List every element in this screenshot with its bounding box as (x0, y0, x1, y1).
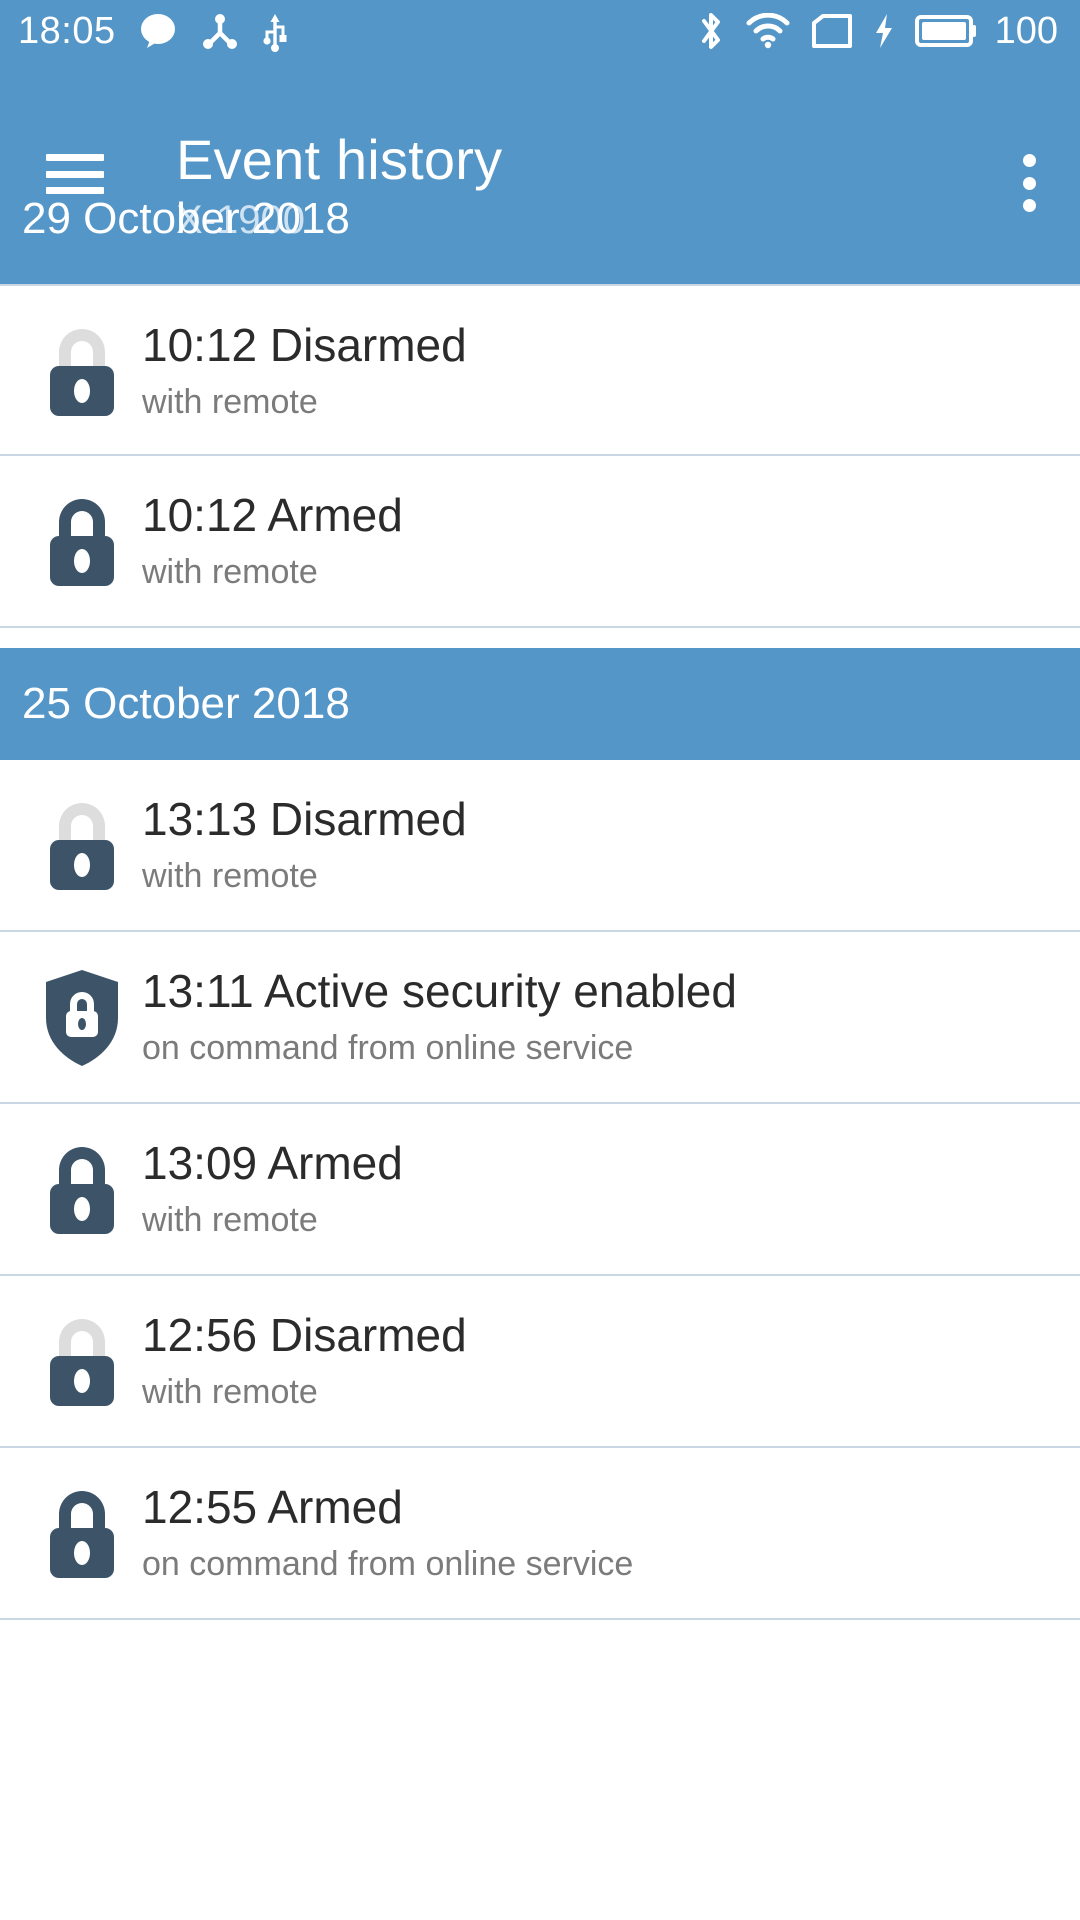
hamburger-line (46, 154, 104, 161)
event-icon (22, 1104, 142, 1276)
event-list[interactable]: 10:12 Disarmed with remote 10:12 Armed with… (0, 284, 1080, 1620)
event-text: 13:11 Active security enabled on command … (142, 932, 737, 1069)
overflow-dot (1022, 176, 1036, 190)
event-title: 12:55 Armed (142, 1481, 403, 1533)
group-gap (0, 628, 1080, 648)
overflow-dot (1022, 199, 1036, 212)
event-icon (22, 456, 142, 628)
message-bubble-icon (140, 14, 175, 48)
event-subtitle: on command from online service (142, 1545, 634, 1584)
event-title: 13:11 Active security enabled (142, 965, 737, 1017)
lock-closed-icon (50, 1491, 114, 1578)
app-bar: Event history X-1900 29 October 2018 (0, 62, 1080, 284)
lock-open-icon (50, 1319, 114, 1406)
event-row[interactable]: 12:55 Armed on command from online servic… (0, 1448, 1080, 1620)
event-title: 13:09 Armed (142, 1137, 403, 1189)
event-subtitle: with remote (142, 1201, 318, 1240)
status-clock: 18:05 (18, 10, 116, 52)
event-icon (22, 1276, 142, 1448)
battery-percent: 100 (994, 10, 1058, 52)
wifi-icon (746, 13, 790, 49)
event-title: 13:13 Disarmed (142, 793, 467, 845)
event-subtitle: with remote (142, 1373, 318, 1412)
event-row[interactable]: 10:12 Armed with remote (0, 456, 1080, 628)
event-icon (22, 1448, 142, 1620)
event-row[interactable]: 12:56 Disarmed with remote (0, 1276, 1080, 1448)
hamburger-line (46, 170, 104, 178)
event-icon (22, 286, 142, 458)
bluetooth-icon (701, 13, 720, 49)
shield-lock-icon (46, 970, 118, 1066)
lock-closed-icon (50, 499, 114, 586)
event-title: 12:56 Disarmed (142, 1309, 467, 1361)
hamburger-line (46, 187, 104, 194)
status-bar-right: 100 (697, 9, 1058, 53)
hamburger-menu-icon[interactable] (46, 154, 104, 194)
status-bar-left: 18:05 (18, 10, 288, 52)
date-header: 25 October 2018 (0, 648, 1080, 760)
overflow-dot (1022, 154, 1036, 167)
battery-icon (914, 15, 976, 47)
event-text: 10:12 Disarmed with remote (142, 286, 467, 423)
sim-card-icon (811, 14, 852, 48)
status-bar: 18:05 100 (0, 0, 1080, 62)
event-row[interactable]: 13:11 Active security enabled on command … (0, 932, 1080, 1104)
event-row[interactable]: 13:09 Armed with remote (0, 1104, 1080, 1276)
lock-open-icon (50, 329, 114, 416)
event-row[interactable]: 13:13 Disarmed with remote (0, 760, 1080, 932)
event-subtitle: with remote (142, 857, 318, 896)
lock-closed-icon (50, 1147, 114, 1234)
date-header-label: 25 October 2018 (22, 679, 350, 728)
nodes-icon (202, 14, 237, 49)
event-title: 10:12 Disarmed (142, 319, 467, 371)
event-row[interactable]: 10:12 Disarmed with remote (0, 284, 1080, 456)
event-title: 10:12 Armed (142, 489, 403, 541)
overflow-menu-icon[interactable] (1022, 154, 1036, 212)
charging-bolt-icon (875, 14, 892, 48)
event-subtitle: with remote (142, 383, 318, 422)
event-text: 10:12 Armed with remote (142, 456, 403, 593)
page-title: Event history (176, 128, 503, 191)
event-text: 13:13 Disarmed with remote (142, 760, 467, 897)
lock-open-icon (50, 803, 114, 890)
event-icon (22, 760, 142, 932)
event-subtitle: with remote (142, 553, 318, 592)
date-header: 29 October 2018 (22, 194, 350, 243)
event-icon (22, 932, 142, 1104)
event-text: 13:09 Armed with remote (142, 1104, 403, 1241)
usb-icon (262, 14, 287, 52)
event-subtitle: on command from online service (142, 1029, 634, 1068)
event-text: 12:55 Armed on command from online servic… (142, 1448, 633, 1585)
event-text: 12:56 Disarmed with remote (142, 1276, 467, 1413)
